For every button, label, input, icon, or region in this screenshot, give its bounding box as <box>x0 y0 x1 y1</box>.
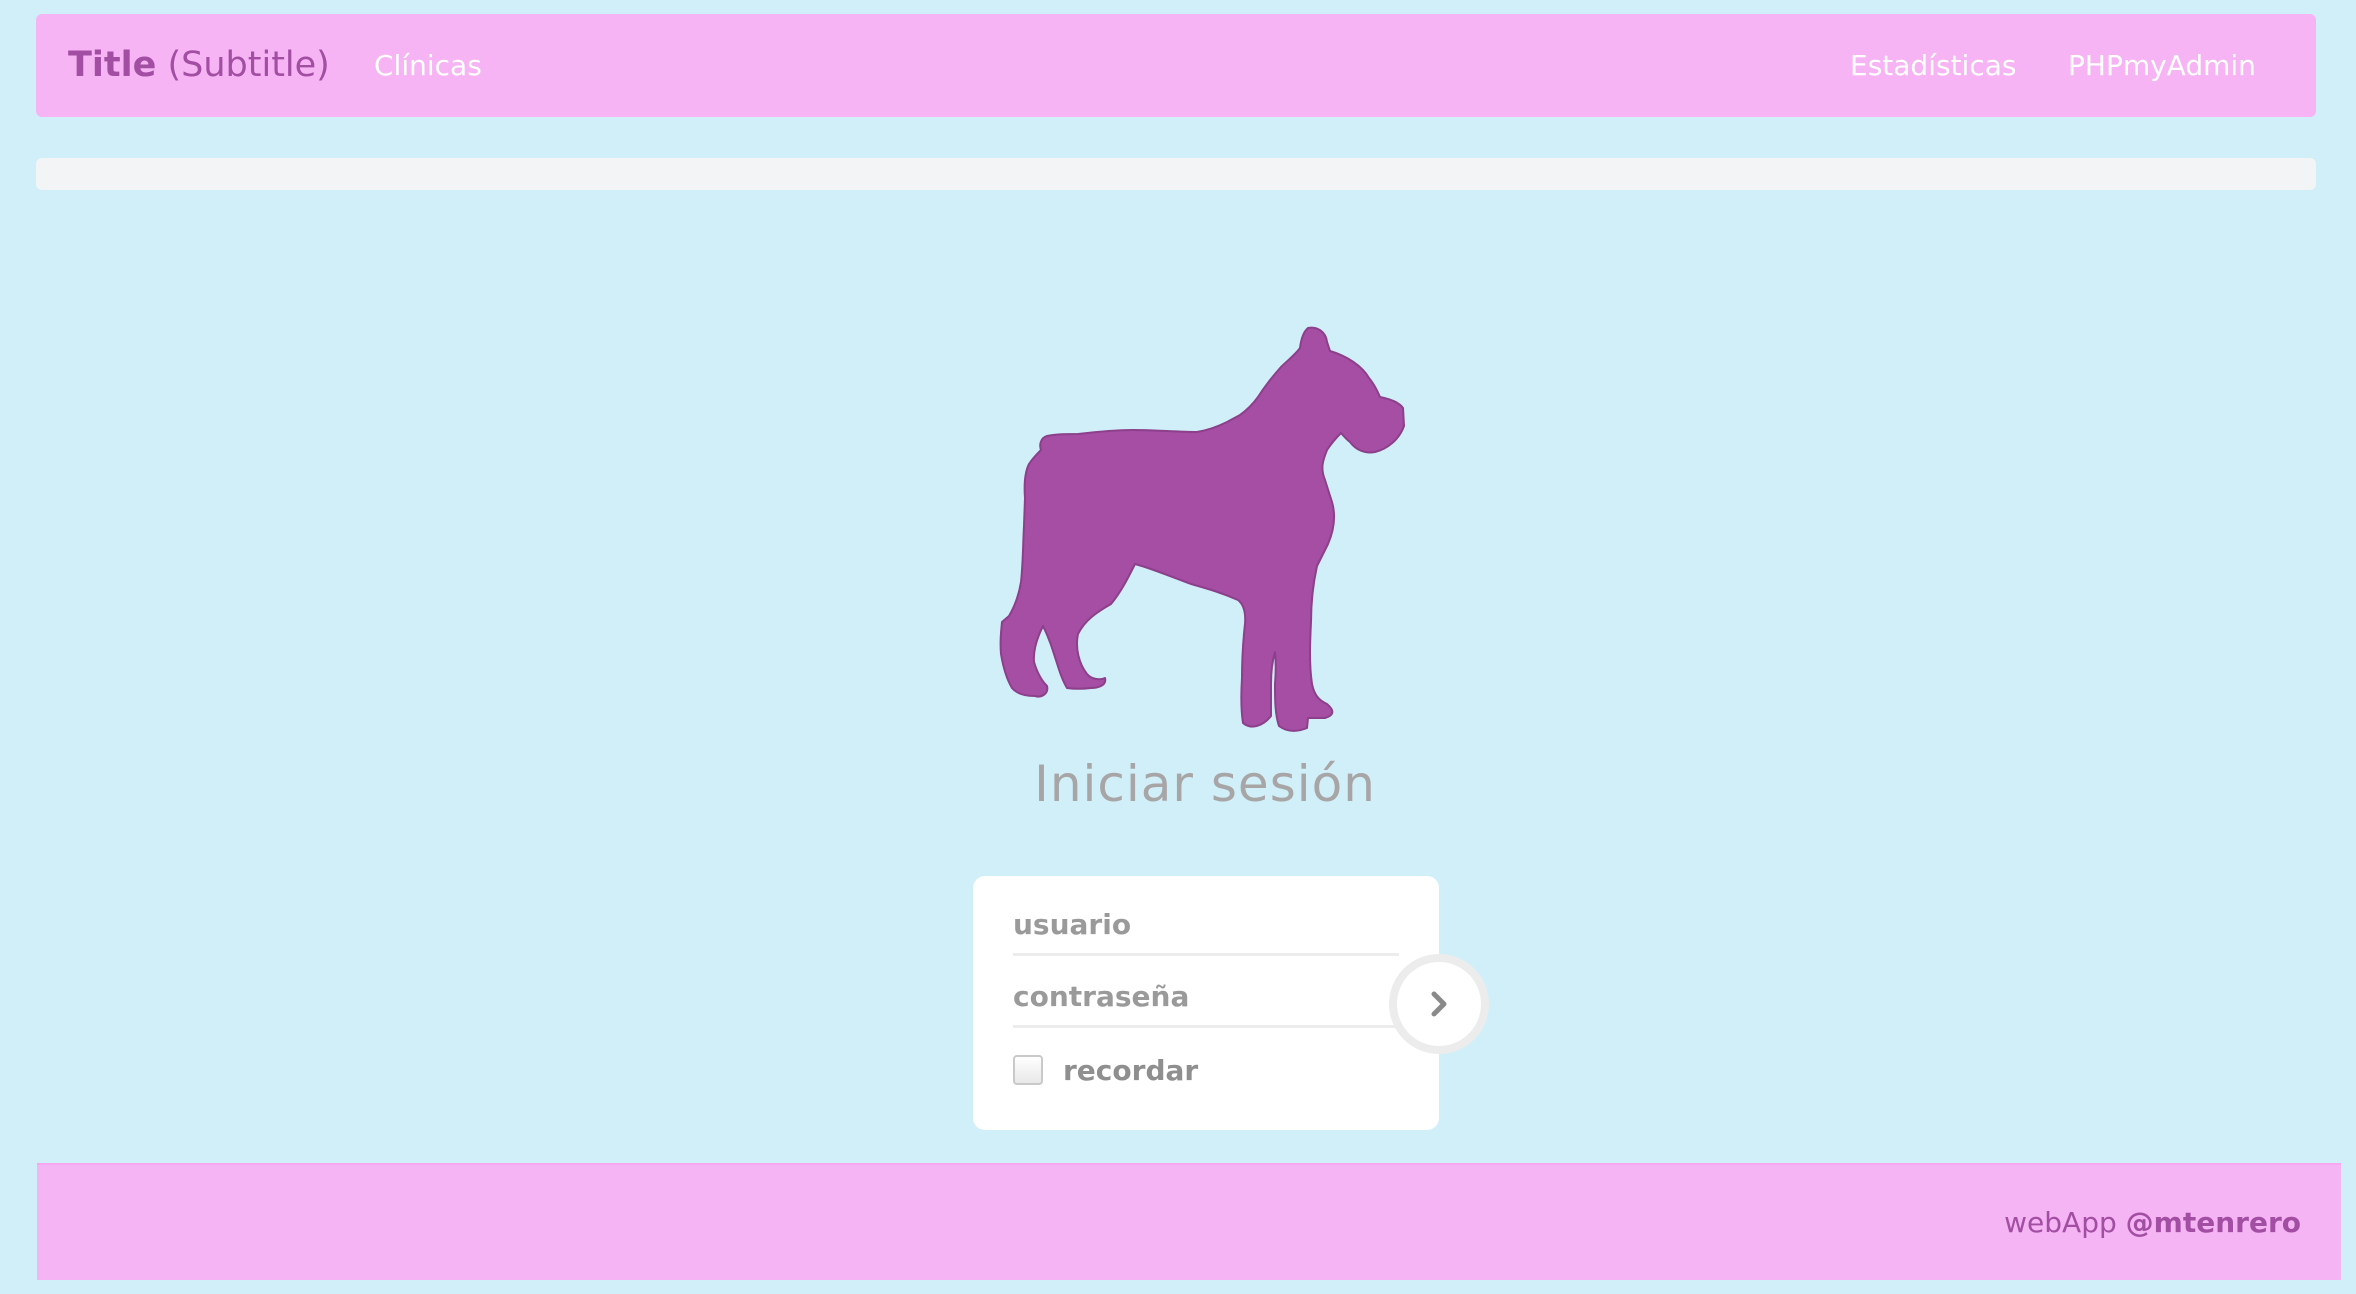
footer-credit-prefix: webApp <box>2004 1206 2117 1239</box>
login-submit-button[interactable] <box>1389 954 1489 1054</box>
login-title: Iniciar sesión <box>1034 755 1376 813</box>
remember-row: recordar <box>1013 1052 1198 1088</box>
footer-credit: webApp @mtenrero <box>2004 1165 2301 1280</box>
password-input[interactable] <box>1013 968 1399 1028</box>
top-navbar: Title (Subtitle) Clínicas Estadísticas P… <box>36 14 2316 117</box>
nav-link-clinicas[interactable]: Clínicas <box>374 14 482 117</box>
brand-subtitle: (Subtitle) <box>167 45 330 85</box>
nav-link-estadisticas[interactable]: Estadísticas <box>1850 14 2016 117</box>
dog-silhouette-icon <box>999 326 1405 732</box>
login-form: recordar <box>973 876 1439 1130</box>
nav-link-phpmyadmin[interactable]: PHPmyAdmin <box>2068 14 2256 117</box>
chevron-right-icon <box>1431 991 1447 1017</box>
footer-credit-handle[interactable]: @mtenrero <box>2126 1206 2301 1239</box>
username-input[interactable] <box>1013 896 1399 956</box>
footer: webApp @mtenrero <box>37 1163 2341 1280</box>
breadcrumb-bar <box>36 158 2316 190</box>
page: Title (Subtitle) Clínicas Estadísticas P… <box>0 0 2356 1294</box>
brand-title: Title <box>68 45 157 85</box>
remember-label[interactable]: recordar <box>1063 1054 1198 1087</box>
remember-checkbox[interactable] <box>1013 1055 1043 1085</box>
brand-link[interactable]: Title (Subtitle) <box>68 14 330 117</box>
